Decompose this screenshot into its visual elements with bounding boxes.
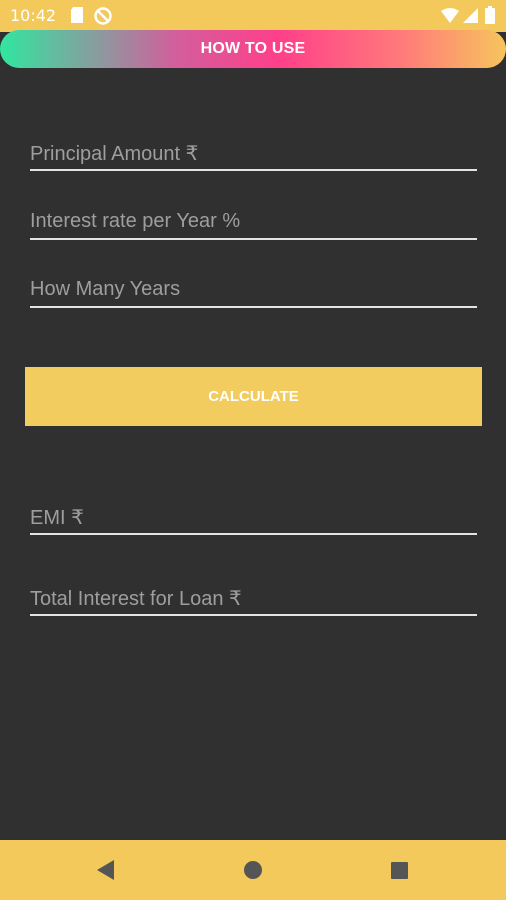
principal-amount-underline: [30, 169, 477, 171]
emi-placeholder: EMI ₹: [30, 507, 84, 529]
emi-underline: [30, 533, 477, 535]
back-icon[interactable]: [90, 854, 122, 886]
status-time: 10:42: [10, 6, 57, 25]
how-to-use-label: HOW TO USE: [200, 40, 306, 57]
how-to-use-button[interactable]: HOW TO USE: [0, 30, 506, 68]
recents-icon[interactable]: [383, 854, 415, 886]
do-not-disturb-icon: [94, 7, 112, 30]
principal-amount-placeholder: Principal Amount ₹: [30, 143, 199, 165]
battery-icon: [485, 6, 495, 29]
sd-card-icon: [70, 7, 84, 28]
total-interest-field[interactable]: Total Interest for Loan ₹: [30, 580, 477, 616]
home-icon[interactable]: [237, 854, 269, 886]
total-interest-underline: [30, 614, 477, 616]
interest-rate-underline: [30, 238, 477, 240]
years-field[interactable]: How Many Years: [30, 272, 477, 308]
wifi-icon: [441, 8, 459, 28]
years-placeholder: How Many Years: [30, 278, 181, 300]
principal-amount-field[interactable]: Principal Amount ₹: [30, 135, 477, 171]
calculate-label: CALCULATE: [208, 388, 299, 405]
navigation-bar: [0, 840, 506, 900]
interest-rate-placeholder: Interest rate per Year %: [30, 210, 241, 232]
years-underline: [30, 306, 477, 308]
calculate-button[interactable]: CALCULATE: [25, 367, 482, 426]
total-interest-placeholder: Total Interest for Loan ₹: [30, 588, 242, 610]
emi-field[interactable]: EMI ₹: [30, 499, 477, 535]
interest-rate-field[interactable]: Interest rate per Year %: [30, 204, 477, 240]
signal-icon: [463, 8, 478, 28]
status-bar: 10:42: [0, 0, 506, 32]
